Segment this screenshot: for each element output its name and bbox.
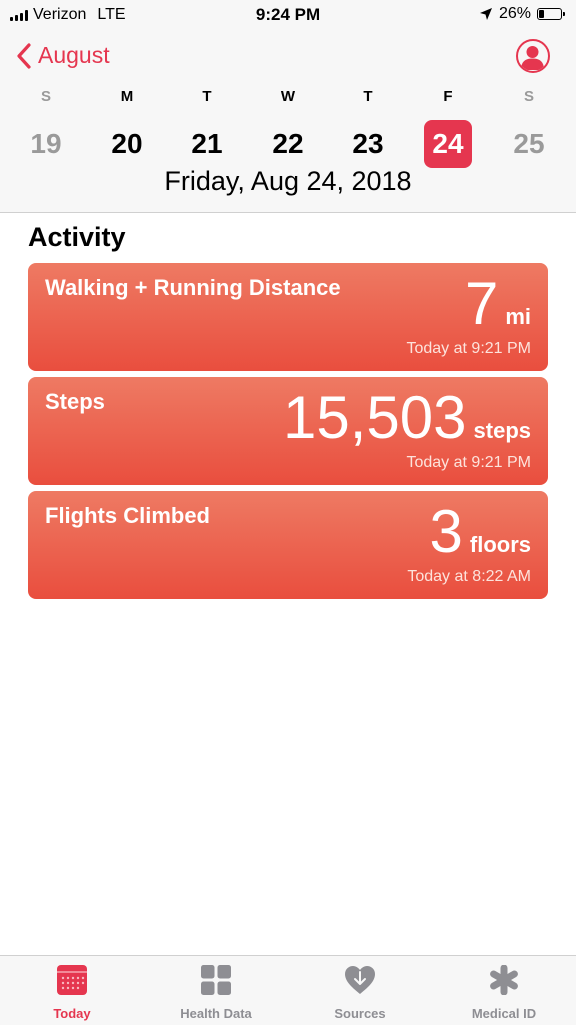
chevron-left-icon xyxy=(17,42,31,69)
weekday-label: S xyxy=(40,88,51,105)
weekday-label: W xyxy=(280,88,296,105)
card-unit: mi xyxy=(505,304,531,329)
date-row: 19 20 21 22 23 24 25 xyxy=(0,120,576,168)
location-arrow-icon xyxy=(479,8,492,20)
tab-label: Health Data xyxy=(180,1006,252,1021)
tab-sources[interactable]: Sources xyxy=(288,956,432,1025)
section-title: Activity xyxy=(28,222,126,252)
card-title: Walking + Running Distance xyxy=(45,275,341,300)
weekday-label: T xyxy=(202,88,212,105)
weekday-label: M xyxy=(120,88,134,105)
calendar-header: August S M T W T F S 19 20 21 22 23 24 2… xyxy=(0,30,576,213)
card-value: 15,503 steps xyxy=(283,383,531,453)
tab-health-data[interactable]: Health Data xyxy=(144,956,288,1025)
date-22[interactable]: 22 xyxy=(264,120,312,168)
date-20[interactable]: 20 xyxy=(103,120,151,168)
card-number: 7 xyxy=(464,270,499,337)
date-21[interactable]: 21 xyxy=(183,120,231,168)
tab-bar: Today Health Data Sources Medical ID xyxy=(0,955,576,1025)
tab-label: Today xyxy=(53,1006,91,1021)
tab-label: Sources xyxy=(334,1006,386,1021)
battery-icon xyxy=(537,8,565,20)
date-23[interactable]: 23 xyxy=(344,120,392,168)
card-timestamp: Today at 9:21 PM xyxy=(406,454,531,471)
heart-download-icon xyxy=(345,966,375,994)
date-19[interactable]: 19 xyxy=(22,120,70,168)
card-number: 3 xyxy=(429,498,463,565)
weekday-row: S M T W T F S xyxy=(0,88,576,108)
grid-icon xyxy=(201,965,231,995)
profile-button[interactable] xyxy=(516,39,550,73)
card-value: 3 floors xyxy=(430,497,532,567)
status-bar: Verizon LTE 9:24 PM 26% xyxy=(0,0,576,30)
weekday-label: S xyxy=(523,88,534,105)
card-unit: steps xyxy=(473,418,531,443)
card-number: 15,503 xyxy=(283,384,467,451)
tab-label: Medical ID xyxy=(471,1006,537,1021)
calendar-icon xyxy=(57,965,87,995)
battery-fill xyxy=(539,10,545,18)
tab-medical-id[interactable]: Medical ID xyxy=(432,956,576,1025)
card-timestamp: Today at 8:22 AM xyxy=(407,568,531,585)
back-label: August xyxy=(38,42,110,68)
steps-card[interactable]: Steps 15,503 steps Today at 9:21 PM xyxy=(28,377,548,485)
card-unit: floors xyxy=(469,532,531,557)
weekday-label: F xyxy=(443,88,453,105)
walking-running-card[interactable]: Walking + Running Distance 7 mi Today at… xyxy=(28,263,548,371)
card-timestamp: Today at 9:21 PM xyxy=(406,340,531,357)
profile-icon xyxy=(521,46,544,70)
card-title: Steps xyxy=(45,389,105,414)
tab-today[interactable]: Today xyxy=(0,956,144,1025)
date-24-selected[interactable]: 24 xyxy=(424,120,472,168)
card-title: Flights Climbed xyxy=(45,503,210,528)
back-button[interactable]: August xyxy=(16,42,110,69)
asterisk-icon xyxy=(490,965,518,995)
weekday-label: T xyxy=(363,88,373,105)
card-value: 7 mi xyxy=(465,269,531,339)
battery-percent: 26% xyxy=(498,5,531,22)
status-right: 26% xyxy=(479,5,565,23)
selected-date-title: Friday, Aug 24, 2018 xyxy=(164,166,412,196)
flights-climbed-card[interactable]: Flights Climbed 3 floors Today at 8:22 A… xyxy=(28,491,548,599)
date-25[interactable]: 25 xyxy=(505,120,553,168)
